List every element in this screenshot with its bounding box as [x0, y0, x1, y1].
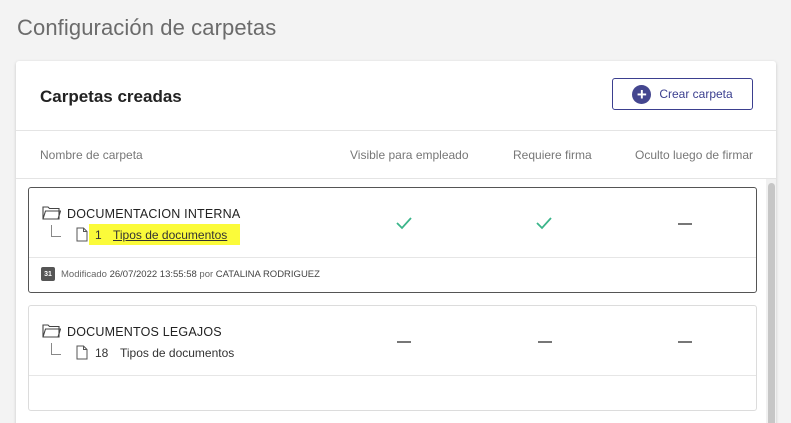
column-header-visible: Visible para empleado	[350, 148, 469, 162]
dash-icon	[678, 223, 692, 225]
folder-open-icon	[42, 206, 61, 220]
document-icon	[76, 227, 88, 242]
folder-footer: 31 Modificado 26/07/2022 13:55:58 por CA…	[29, 258, 756, 294]
folders-card: Carpetas creadas + Crear carpeta Nombre …	[16, 61, 776, 423]
folder-name: DOCUMENTOS LEGAJOS	[67, 325, 222, 339]
modified-by: CATALINA RODRIGUEZ	[215, 269, 320, 280]
modified-by-prefix: por	[199, 269, 214, 280]
modified-info: Modificado 26/07/2022 13:55:58 por CATAL…	[61, 269, 320, 280]
card-header: Carpetas creadas + Crear carpeta	[16, 61, 776, 131]
column-header-signature: Requiere firma	[513, 148, 592, 162]
modified-date: 26/07/2022 13:55:58	[109, 269, 197, 280]
modified-prefix: Modificado	[61, 269, 107, 280]
column-header-name: Nombre de carpeta	[40, 148, 143, 162]
folder-row-main: DOCUMENTACION INTERNA 1 Tipos de documen…	[29, 188, 756, 258]
check-icon	[536, 217, 552, 230]
calendar-icon: 31	[41, 267, 55, 281]
check-icon	[396, 217, 412, 230]
dash-icon	[678, 341, 692, 343]
create-folder-label: Crear carpeta	[659, 87, 733, 101]
column-header-hidden-after-sign: Oculto luego de firmar	[635, 148, 754, 162]
tree-connector	[51, 343, 61, 355]
document-types-link[interactable]: Tipos de documentos	[113, 228, 227, 242]
page-title: Configuración de carpetas	[17, 15, 277, 40]
create-folder-button[interactable]: + Crear carpeta	[612, 78, 753, 110]
folder-open-icon	[42, 324, 61, 338]
document-icon	[76, 345, 88, 360]
folder-name: DOCUMENTACION INTERNA	[67, 207, 241, 221]
plus-icon: +	[632, 84, 652, 104]
card-title: Carpetas creadas	[40, 87, 182, 106]
table-header: Nombre de carpeta Visible para empleado …	[16, 131, 776, 179]
dash-icon	[538, 341, 552, 343]
folder-row[interactable]: DOCUMENTOS LEGAJOS 18 Tipos de documento…	[28, 305, 757, 411]
folder-footer	[29, 376, 756, 412]
tree-connector	[51, 225, 61, 237]
folder-row-main: DOCUMENTOS LEGAJOS 18 Tipos de documento…	[29, 306, 756, 376]
dash-icon	[397, 341, 411, 343]
document-count: 1	[95, 228, 102, 242]
scrollbar-thumb[interactable]	[768, 183, 775, 423]
folder-row[interactable]: DOCUMENTACION INTERNA 1 Tipos de documen…	[28, 187, 757, 293]
folder-list: DOCUMENTACION INTERNA 1 Tipos de documen…	[16, 179, 776, 423]
document-count: 18	[95, 346, 109, 360]
scrollbar[interactable]	[766, 179, 776, 423]
document-types-link[interactable]: Tipos de documentos	[120, 346, 234, 360]
